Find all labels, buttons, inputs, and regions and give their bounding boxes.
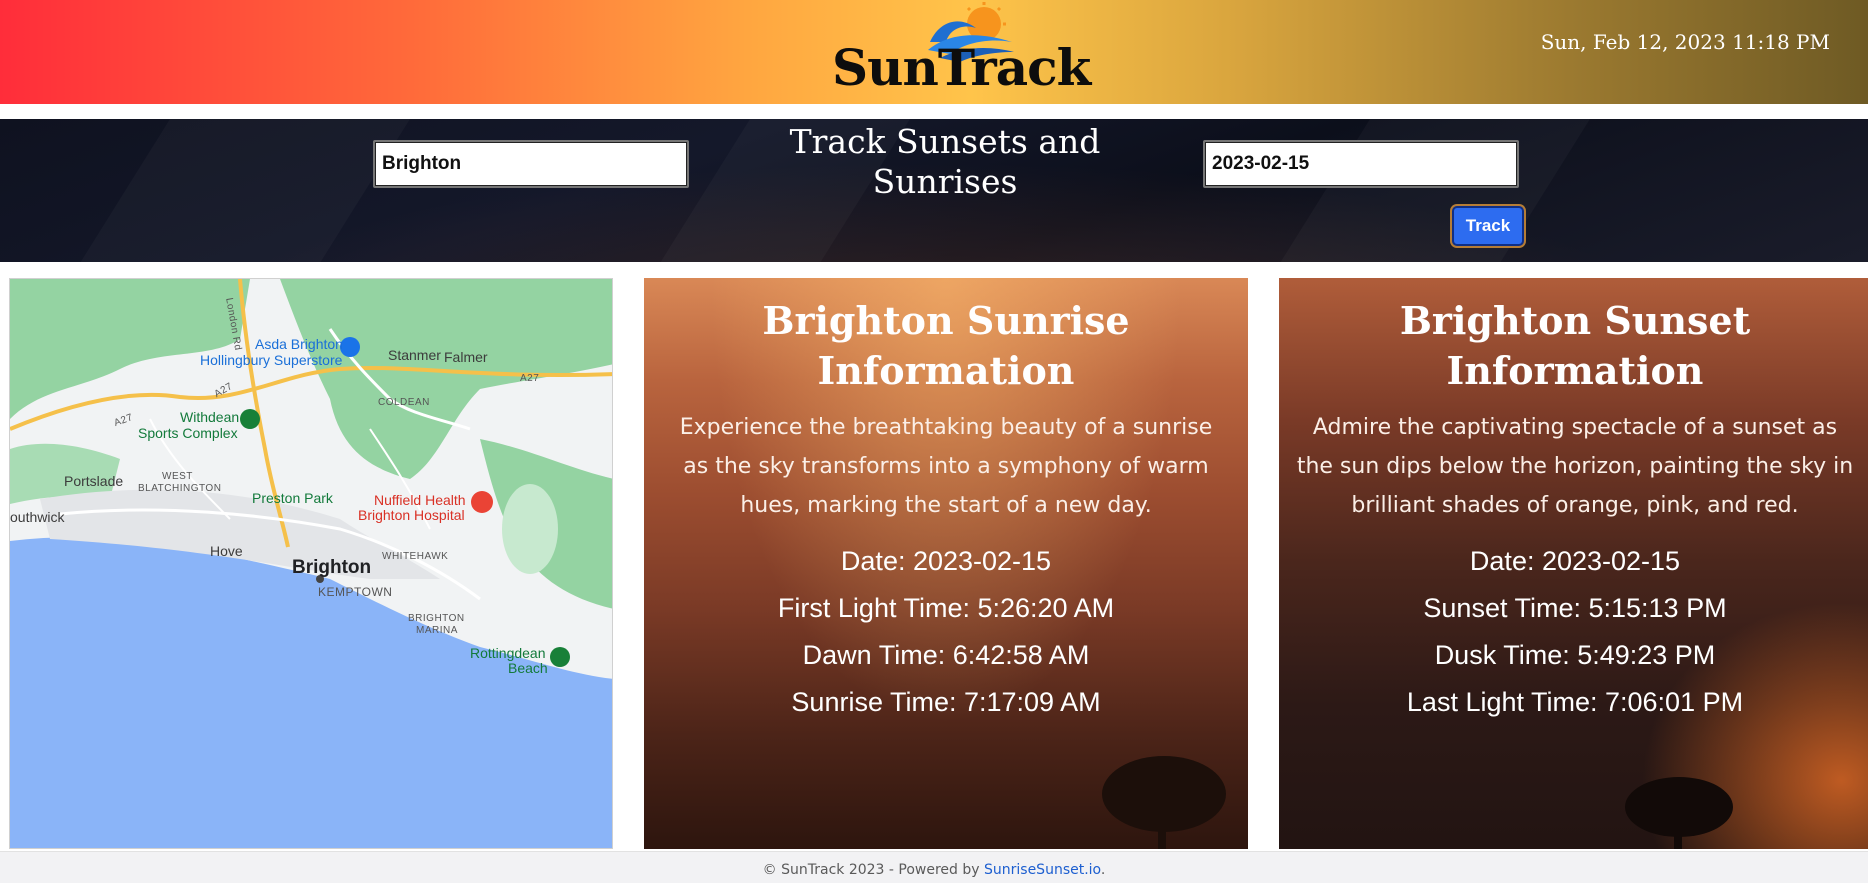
map-label-whitehawk: WHITEHAWK [382, 551, 449, 562]
map-label-coldean: COLDEAN [378, 397, 430, 408]
suntrack-logo[interactable]: SunTrack [828, 0, 1091, 100]
map-label-sports-complex: Sports Complex [138, 425, 238, 441]
footer-suffix: . [1100, 862, 1106, 878]
map-label-withdean: Withdean [180, 409, 240, 425]
map-label-brighton: Brighton [292, 557, 372, 578]
dawn-time: Dawn Time: 6:42:58 AM [802, 640, 1090, 670]
map-label-nuffield: Nuffield Health [374, 492, 466, 508]
map-label-west: WEST [162, 471, 193, 482]
last-light-time: Last Light Time: 7:06:01 PM [1406, 687, 1744, 717]
sunset-description: Admire the captivating spectacle of a su… [1296, 415, 1854, 518]
withdean-marker-icon[interactable] [240, 409, 260, 429]
sunrise-date: Date: 2023-02-15 [840, 546, 1052, 576]
sunrisesunset-link[interactable]: SunriseSunset.io [984, 862, 1101, 878]
location-map[interactable]: London Rd Asda Brighton Hollingbury Supe… [9, 278, 613, 849]
map-label-preston-park: Preston Park [252, 490, 333, 506]
current-datetime: Sun, Feb 12, 2023 11:18 PM [1540, 30, 1830, 54]
map-label-brighton-hospital: Brighton Hospital [358, 507, 465, 523]
sunset-time: Sunset Time: 5:15:13 PM [1423, 593, 1727, 623]
tree-silhouette-icon [1102, 756, 1226, 849]
beach-marker-icon[interactable] [550, 647, 570, 667]
date-input[interactable]: 2023-02-15 [1203, 140, 1519, 188]
logo-text: SunTrack [832, 38, 1091, 97]
map-label-rottingdean: Rottingdean [470, 645, 546, 661]
tree-silhouette-icon [1625, 777, 1733, 849]
sunrise-time: Sunrise Time: 7:17:09 AM [791, 687, 1101, 717]
footer-copyright: © SunTrack 2023 - Powered by [762, 862, 984, 878]
asda-marker-icon[interactable] [340, 337, 360, 357]
map-label-beach: Beach [508, 660, 548, 676]
map-label-kemptown: KEMPTOWN [318, 585, 393, 599]
sunrise-description: Experience the breathtaking beauty of a … [679, 415, 1213, 518]
sunrise-title: Brighton Sunrise Information [762, 298, 1130, 393]
sunset-info-card: Brighton Sunset Information Admire the c… [1279, 278, 1868, 849]
sunrise-info-card: Brighton Sunrise Information Experience … [644, 278, 1248, 849]
map-label-brighton-marina: BRIGHTON [408, 613, 465, 624]
map-label-marina: MARINA [416, 625, 458, 636]
sunset-date: Date: 2023-02-15 [1469, 546, 1681, 576]
map-label-hove: Hove [210, 543, 243, 559]
sunset-title: Brighton Sunset Information [1399, 298, 1751, 393]
search-title: Track Sunsets and Sunrises [789, 122, 1101, 201]
map-label-portslade: Portslade [64, 473, 124, 489]
band-decoration [58, 119, 423, 262]
dusk-time: Dusk Time: 5:49:23 PM [1434, 640, 1716, 670]
site-header: SunTrack Sun, Feb 12, 2023 11:18 PM [0, 0, 1868, 104]
map-label-blatchington: BLATCHINGTON [138, 483, 222, 494]
map-label-southwick: outhwick [10, 509, 65, 525]
site-footer: © SunTrack 2023 - Powered by SunriseSuns… [0, 851, 1868, 883]
location-input[interactable]: Brighton [373, 140, 689, 188]
map-label-stanmer: Stanmer [388, 347, 441, 363]
map-label-hollingbury: Hollingbury Superstore [200, 352, 343, 368]
map-label-a27: A27 [520, 373, 540, 384]
hospital-marker-icon[interactable] [471, 491, 493, 513]
map-label-asda: Asda Brighton [255, 336, 343, 352]
first-light-time: First Light Time: 5:26:20 AM [777, 593, 1115, 623]
search-band: Brighton Track Sunsets and Sunrises 2023… [0, 119, 1868, 262]
map-label-falmer: Falmer [444, 349, 488, 365]
track-button[interactable]: Track [1452, 206, 1524, 246]
